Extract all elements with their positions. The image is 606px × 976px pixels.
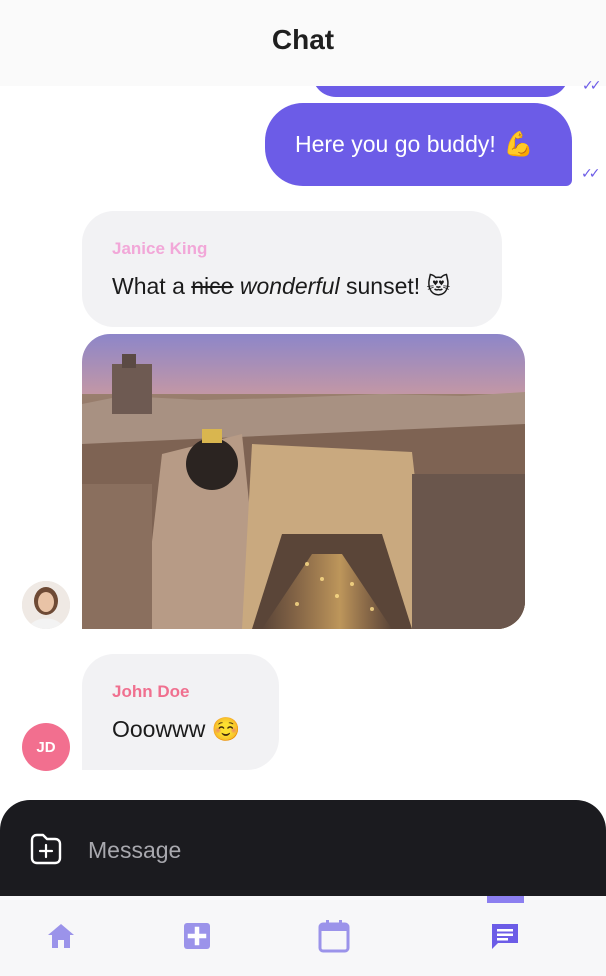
message-text-part: Ooowww [112,716,206,742]
message-composer [0,800,606,900]
active-tab-indicator [487,896,524,903]
heart-eyes-cat-emoji: 😻 [426,273,451,299]
nav-chat[interactable] [485,916,525,956]
home-icon [48,924,74,948]
page-title: Chat [271,24,335,55]
incoming-message-bubble[interactable]: John Doe Ooowww ☺️ [82,654,279,770]
incoming-message-bubble[interactable]: Janice King What a nice wonderful sunset… [82,211,502,327]
sender-name: Janice King [112,239,208,258]
message-text-part: sunset! [339,273,427,299]
outgoing-message-bubble[interactable]: Here you go buddy! 💪 [265,103,572,186]
message-text: What a nice wonderful sunset! 😻 [112,273,451,300]
message-text-part: What a [112,273,192,299]
message-input[interactable] [88,830,568,870]
medical-plus-icon [184,923,210,949]
nav-medical[interactable] [177,916,217,956]
nav-calendar[interactable] [314,916,354,956]
chat-screen: Chat ✓✓ Here you go buddy! 💪 ✓✓ Janice K… [0,0,606,976]
avatar-initials[interactable]: JD [22,723,70,771]
flexed-biceps-emoji: 💪 [503,131,534,158]
city-sunset-photo [82,334,525,629]
sender-name: John Doe [112,682,190,701]
message-text: Ooowww ☺️ [112,716,240,743]
read-receipt-icon: ✓✓ [581,165,601,181]
bottom-navigation [0,896,606,976]
avatar[interactable] [22,581,70,629]
italic-text: wonderful [239,273,340,299]
strikethrough-text: nice [191,273,234,299]
add-attachment-icon[interactable] [28,831,64,867]
smiling-face-emoji: ☺️ [211,716,241,742]
read-receipt-icon: ✓✓ [582,77,602,93]
user-avatar-photo [22,581,70,629]
message-text: Here you go buddy! [295,131,496,157]
chat-icon [492,924,518,949]
calendar-icon [318,920,350,953]
image-message[interactable] [82,334,525,629]
nav-home[interactable] [41,916,81,956]
app-header: Chat [0,0,606,86]
